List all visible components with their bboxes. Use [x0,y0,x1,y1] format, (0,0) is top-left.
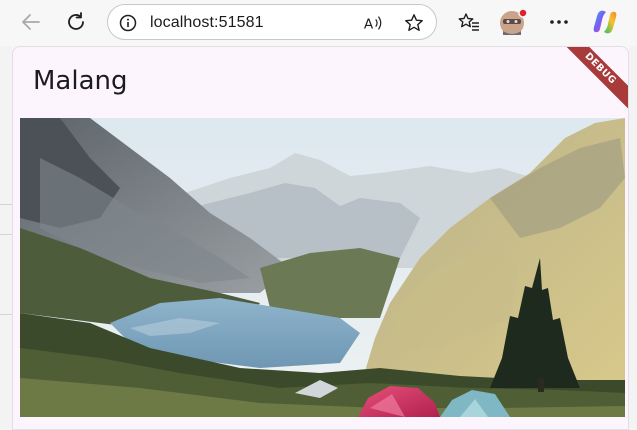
menu-button[interactable] [543,6,575,38]
background-window-edge [0,46,12,430]
reload-button[interactable] [60,6,92,38]
reload-icon [68,12,84,30]
arrow-left-icon [22,14,40,30]
read-aloud-icon: A [364,16,382,32]
url-text[interactable]: localhost:51581 [150,14,264,32]
info-icon [119,14,137,32]
divider [0,204,12,205]
profile-button[interactable] [497,6,529,38]
app-window: Malang DEBUG [12,46,629,430]
copilot-icon [593,10,617,34]
window-edge [629,46,637,430]
debug-banner: DEBUG [555,47,628,114]
address-bar[interactable]: localhost:51581 A [107,4,437,40]
site-info-button[interactable] [118,13,138,33]
landscape-image [20,118,625,417]
avatar [500,8,528,35]
divider [0,234,12,235]
star-icon [405,14,423,31]
page-title: Malang [33,66,128,96]
read-aloud-button[interactable]: A [363,13,383,33]
favorites-icon [458,13,479,31]
browser-toolbar: localhost:51581 A [0,0,637,46]
divider [0,314,12,315]
favorites-button[interactable] [453,6,485,38]
copilot-button[interactable] [589,6,621,38]
more-icon [550,20,568,24]
favorite-button[interactable] [404,13,424,33]
svg-text:A: A [364,16,374,32]
back-button[interactable] [15,6,47,38]
